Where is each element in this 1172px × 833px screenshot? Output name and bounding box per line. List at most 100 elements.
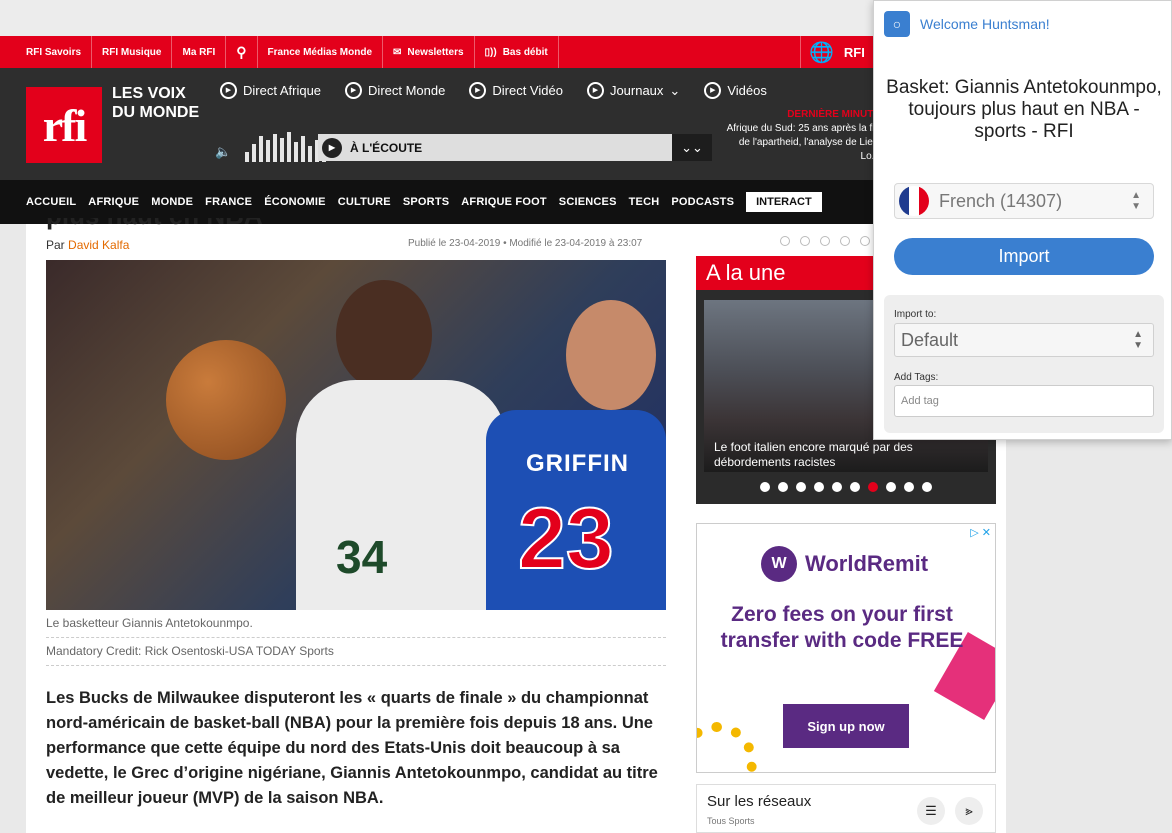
import-extension-popup: ○ Welcome Huntsman! Basket: Giannis Ante…: [873, 0, 1172, 440]
radio-label: Journaux: [609, 83, 664, 98]
carousel-dot[interactable]: [922, 482, 932, 492]
ad-brand-mark: W: [761, 546, 797, 582]
nav-france[interactable]: FRANCE: [205, 196, 252, 208]
radio-label: Direct Monde: [368, 83, 446, 98]
utility-link-label: RFI Musique: [102, 46, 162, 58]
nav-monde[interactable]: MONDE: [151, 196, 193, 208]
player-jersey: 34: [296, 380, 506, 610]
nav-economie[interactable]: ÉCONOMIE: [264, 196, 326, 208]
nav-tech[interactable]: TECH: [629, 196, 660, 208]
import-to-value: Default: [901, 329, 959, 350]
utility-link-newsletters[interactable]: ✉ Newsletters: [383, 36, 475, 68]
envelope-icon: ✉: [393, 46, 402, 58]
utility-link-label: France Médias Monde: [267, 46, 372, 58]
utility-link-fmm[interactable]: France Médias Monde: [258, 36, 383, 68]
play-icon[interactable]: ▶: [322, 137, 342, 158]
radio-journaux[interactable]: ▶ Journaux ⌄: [586, 82, 680, 99]
radio-label: Direct Afrique: [243, 83, 322, 98]
radio-label: Vidéos: [727, 83, 767, 98]
import-button[interactable]: Import: [894, 238, 1154, 275]
nav-afrique[interactable]: AFRIQUE: [88, 196, 139, 208]
nav-culture[interactable]: CULTURE: [338, 196, 391, 208]
author-link[interactable]: David Kalfa: [68, 238, 129, 252]
nav-accueil[interactable]: ACCUEIL: [26, 196, 76, 208]
breaking-news[interactable]: DERNIÈRE MINUTE Afrique du Sud: 25 ans a…: [720, 108, 880, 164]
social-title: Sur les réseaux: [707, 793, 812, 810]
radio-links: ▶ Direct Afrique ▶ Direct Monde ▶ Direct Vi…: [220, 82, 767, 99]
divider: [46, 637, 666, 638]
breaking-news-title: DERNIÈRE MINUTE: [787, 109, 880, 120]
carousel-dots-top: [780, 236, 870, 246]
carousel-dot[interactable]: [832, 482, 842, 492]
carousel-dot[interactable]: [760, 482, 770, 492]
play-icon: ▶: [345, 82, 363, 99]
nav-afrique-foot[interactable]: AFRIQUE FOOT: [461, 196, 547, 208]
play-icon: ▶: [469, 82, 487, 99]
expand-player-button[interactable]: ⌄⌄: [672, 134, 712, 161]
nav-interactive[interactable]: INTERACT: [746, 192, 822, 212]
mobile-icon: ▯)): [484, 46, 497, 58]
social-widget: Sur les réseaux Tous Sports ☰ ⪢: [696, 784, 996, 833]
carousel-dot[interactable]: [820, 236, 830, 246]
logo-text: rfi: [42, 99, 87, 151]
photo-credit: Mandatory Credit: Rick Osentoski-USA TOD…: [46, 644, 334, 658]
carousel-dot[interactable]: [780, 236, 790, 246]
a-la-une-caption[interactable]: Le foot italien encore marqué par des dé…: [714, 440, 984, 470]
volume-icon[interactable]: 🔈: [215, 144, 231, 160]
carousel-dot[interactable]: [800, 236, 810, 246]
rfi-logo[interactable]: rfi: [26, 87, 102, 163]
france-flag-icon: [899, 186, 929, 216]
carousel-dot[interactable]: [850, 482, 860, 492]
search-button[interactable]: ⚲: [226, 36, 258, 68]
search-icon: ⚲: [236, 43, 247, 60]
radio-videos[interactable]: ▶ Vidéos: [704, 82, 767, 99]
article-photo: 34 GRIFFIN 23: [46, 260, 666, 610]
carousel-dot[interactable]: [904, 482, 914, 492]
menu-icon[interactable]: ☰: [917, 797, 945, 825]
ad-brand-name: WorldRemit: [805, 551, 929, 576]
add-tag-input[interactable]: Add tag: [894, 385, 1154, 417]
radio-direct-afrique[interactable]: ▶ Direct Afrique: [220, 82, 321, 99]
player-jersey: GRIFFIN 23: [486, 410, 666, 610]
carousel-dot[interactable]: [796, 482, 806, 492]
radio-label: Direct Vidéo: [492, 83, 563, 98]
import-to-select[interactable]: Default ▲ ▼: [894, 323, 1154, 357]
tagline-line2: DU MONDE: [112, 104, 200, 121]
radio-direct-monde[interactable]: ▶ Direct Monde: [345, 82, 445, 99]
radio-direct-video[interactable]: ▶ Direct Vidéo: [469, 82, 563, 99]
play-icon: ▶: [220, 82, 237, 99]
nav-podcasts[interactable]: PODCASTS: [671, 196, 734, 208]
share-icon[interactable]: ⪢: [955, 797, 983, 825]
ad-signup-button[interactable]: Sign up now: [783, 704, 909, 748]
carousel-dot[interactable]: [814, 482, 824, 492]
carousel-dot[interactable]: [778, 482, 788, 492]
audio-level-bars: [245, 132, 326, 162]
language-select[interactable]: French (14307) ▲ ▼: [894, 183, 1154, 219]
player-head: [336, 280, 432, 390]
jersey-number: 23: [517, 490, 615, 588]
utility-link-bas-debit[interactable]: ▯)) Bas débit: [475, 36, 559, 68]
article-dates: Publié le 23-04-2019 • Modifié le 23-04-…: [408, 238, 643, 249]
jersey-name: GRIFFIN: [526, 450, 629, 477]
carousel-dot[interactable]: [886, 482, 896, 492]
advertisement[interactable]: ▷ ✕ W WorldRemit Zero fees on your first…: [696, 523, 996, 773]
nav-sciences[interactable]: SCIENCES: [559, 196, 617, 208]
globe-icon: 🌐: [809, 41, 834, 64]
ad-choices-icon[interactable]: ▷ ✕: [970, 526, 991, 539]
utility-link-label: RFI Savoirs: [26, 46, 82, 58]
carousel-dot[interactable]: [840, 236, 850, 246]
utility-link-ma-rfi[interactable]: Ma RFI: [172, 36, 227, 68]
select-arrows-icon: ▲ ▼: [1131, 190, 1141, 212]
utility-link-savoirs[interactable]: RFI Savoirs: [0, 36, 93, 68]
nav-sports[interactable]: SPORTS: [403, 196, 449, 208]
tags-label: Add Tags:: [894, 372, 939, 383]
language-value: French (14307): [939, 190, 1063, 211]
now-playing-bar[interactable]: ▶ À L'ÉCOUTE: [318, 134, 672, 161]
language-label: RFI: [843, 44, 865, 60]
player-head: [566, 300, 656, 410]
carousel-dot[interactable]: [860, 236, 870, 246]
utility-link-musique[interactable]: RFI Musique: [92, 36, 173, 68]
social-subtitle: Tous Sports: [707, 816, 755, 826]
language-switcher[interactable]: 🌐 RFI: [800, 36, 865, 68]
carousel-dot[interactable]: [868, 482, 878, 492]
